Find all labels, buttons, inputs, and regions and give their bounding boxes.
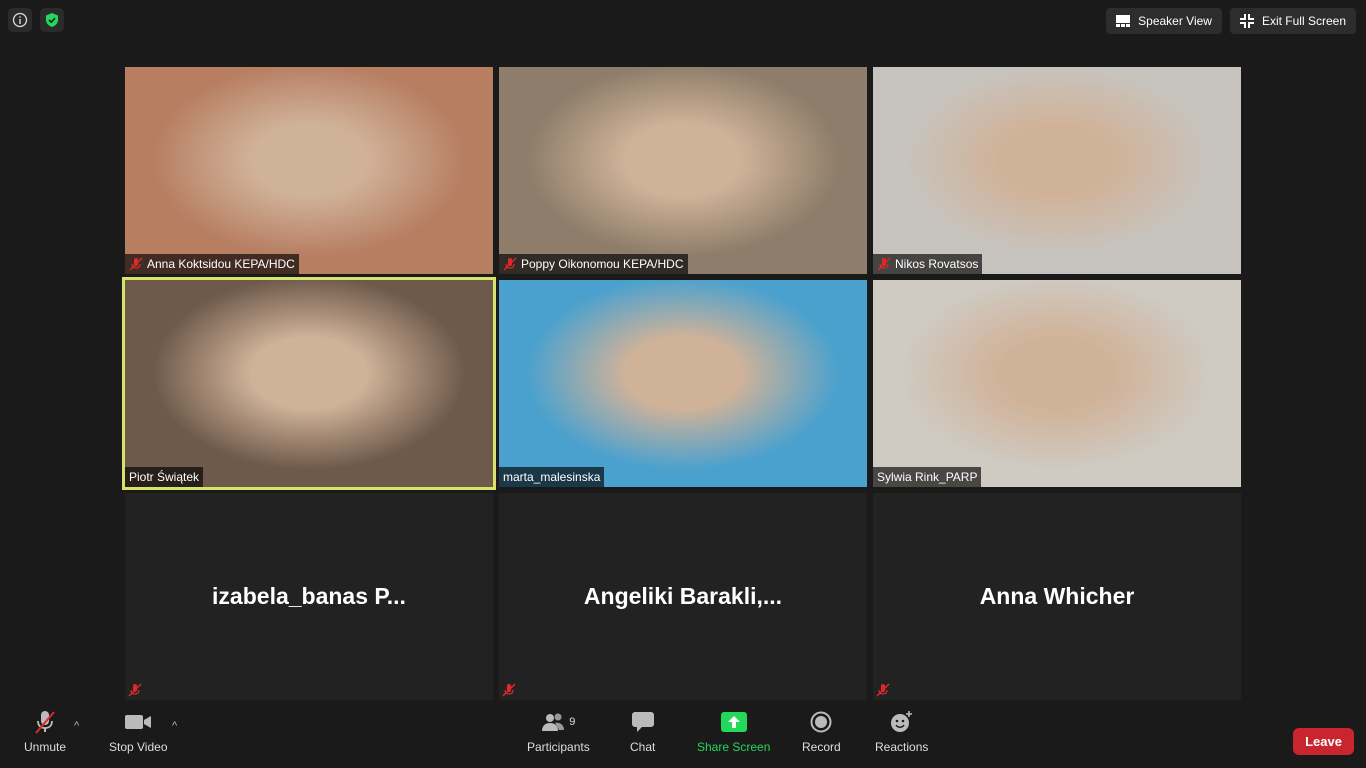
chat-bubble-icon [631, 708, 654, 736]
speaker-view-icon [1116, 15, 1131, 27]
participant-name-tag: Anna Koktsidou KEPA/HDC [125, 254, 299, 274]
encryption-shield-icon[interactable] [40, 8, 64, 32]
participant-name-tag: Nikos Rovatsos [873, 254, 983, 274]
muted-mic-icon [129, 257, 143, 271]
exit-full-screen-icon [1239, 14, 1254, 28]
participant-name-tag: Piotr Świątek [125, 467, 204, 487]
participant-name: Piotr Świątek [129, 470, 200, 484]
meeting-info-icon[interactable] [8, 8, 32, 32]
muted-mic-icon [502, 683, 516, 697]
speaker-view-label: Speaker View [1138, 14, 1212, 28]
participant-name-large: izabela_banas P... [212, 583, 406, 609]
unmute-label: Unmute [24, 740, 67, 754]
participants-icon [542, 713, 565, 731]
video-camera-icon [125, 708, 152, 736]
participant-name: Sylwia Rink_PARP [877, 470, 978, 484]
top-right-controls: Speaker View Exit Full Screen [1106, 8, 1356, 34]
participant-name-tag: marta_malesinska [499, 467, 605, 487]
audio-options-caret-icon[interactable]: ^ [74, 720, 79, 732]
participant-name: Anna Koktsidou KEPA/HDC [147, 257, 295, 271]
participant-tile[interactable]: izabela_banas P... [125, 493, 493, 700]
exit-full-screen-button[interactable]: Exit Full Screen [1229, 8, 1356, 34]
participants-count: 9 [569, 716, 576, 728]
participant-name-tag: Poppy Oikonomou KEPA/HDC [499, 254, 688, 274]
participants-button[interactable]: 9 Participants [527, 708, 590, 754]
chat-label: Chat [630, 740, 656, 754]
top-left-controls [8, 8, 64, 32]
stop-video-button[interactable]: Stop Video [109, 708, 168, 754]
video-options-caret-icon[interactable]: ^ [172, 720, 177, 732]
participant-name-tag: Sylwia Rink_PARP [873, 467, 982, 487]
participant-name: Nikos Rovatsos [895, 257, 979, 271]
participant-name-large: Angeliki Barakli,... [583, 583, 783, 609]
participant-tile[interactable]: Anna Whicher [873, 493, 1241, 700]
participant-tile[interactable]: Anna Koktsidou KEPA/HDC [125, 67, 493, 274]
participant-name: Poppy Oikonomou KEPA/HDC [521, 257, 684, 271]
participant-tile[interactable]: marta_malesinska [499, 280, 867, 487]
reactions-label: Reactions [875, 740, 929, 754]
participant-tile[interactable]: Nikos Rovatsos [873, 67, 1241, 274]
muted-mic-icon [877, 257, 891, 271]
chat-button[interactable]: Chat [630, 708, 655, 754]
meeting-toolbar: Unmute ^ Stop Video ^ 9 Participants Cha… [0, 700, 1366, 768]
record-button[interactable]: Record [802, 708, 841, 754]
leave-button[interactable]: Leave [1293, 728, 1354, 755]
participant-name: marta_malesinska [503, 470, 601, 484]
participants-icon-wrap: 9 [541, 708, 575, 736]
share-screen-icon [720, 708, 747, 736]
record-label: Record [802, 740, 841, 754]
stop-video-label: Stop Video [109, 740, 168, 754]
participant-tile[interactable]: Poppy Oikonomou KEPA/HDC [499, 67, 867, 274]
muted-mic-icon [503, 257, 517, 271]
muted-mic-icon [876, 683, 890, 697]
participant-tile[interactable]: Sylwia Rink_PARP [873, 280, 1241, 487]
reactions-button[interactable]: Reactions [875, 708, 928, 754]
participant-name-large: Anna Whicher [979, 583, 1135, 609]
muted-mic-icon [128, 683, 142, 697]
share-screen-button[interactable]: Share Screen [697, 708, 770, 754]
reactions-smiley-icon [890, 708, 914, 736]
exit-full-screen-label: Exit Full Screen [1261, 14, 1346, 28]
participant-tile[interactable]: Angeliki Barakli,... [499, 493, 867, 700]
video-grid: Anna Koktsidou KEPA/HDC Poppy Oikonomou K… [122, 67, 1241, 700]
unmute-button[interactable]: Unmute [24, 708, 66, 754]
participants-label: Participants [527, 740, 590, 754]
participant-tile[interactable]: Piotr Świątek [122, 277, 496, 490]
record-icon [810, 708, 832, 736]
microphone-muted-icon [33, 708, 57, 736]
speaker-view-button[interactable]: Speaker View [1106, 8, 1222, 34]
share-screen-label: Share Screen [697, 740, 771, 754]
